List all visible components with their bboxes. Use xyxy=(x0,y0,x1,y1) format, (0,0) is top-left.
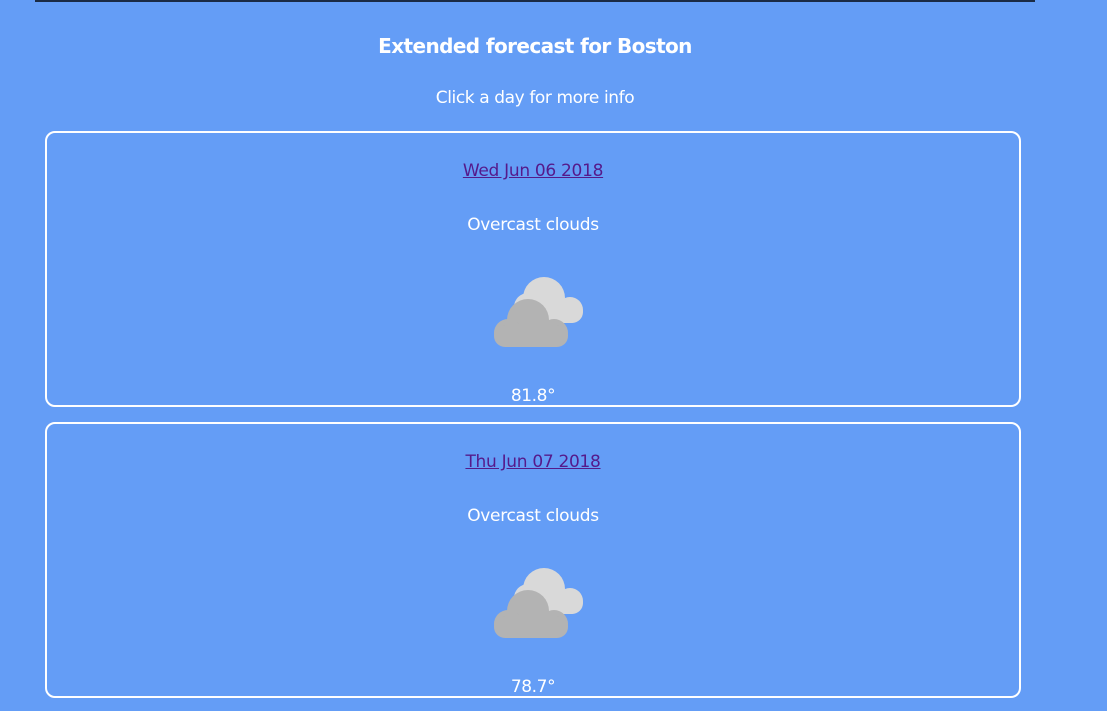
page-subtitle: Click a day for more info xyxy=(435,88,635,108)
day-temperature: 81.8° xyxy=(510,386,556,406)
overcast-clouds-icon xyxy=(494,277,583,347)
forecast-day-card[interactable]: Thu Jun 07 2018 Overcast clouds 78.7° xyxy=(45,422,1021,698)
top-divider xyxy=(35,0,1035,2)
forecast-day-card[interactable]: Wed Jun 06 2018 Overcast clouds 81.8° xyxy=(45,131,1021,407)
day-date-link[interactable]: Thu Jun 07 2018 xyxy=(47,452,1019,472)
day-date-link[interactable]: Wed Jun 06 2018 xyxy=(47,161,1019,181)
day-description: Overcast clouds xyxy=(467,215,599,235)
day-temperature: 78.7° xyxy=(510,677,556,697)
day-description: Overcast clouds xyxy=(467,506,599,526)
page-title: Extended forecast for Boston xyxy=(378,34,692,58)
overcast-clouds-icon xyxy=(494,568,583,638)
